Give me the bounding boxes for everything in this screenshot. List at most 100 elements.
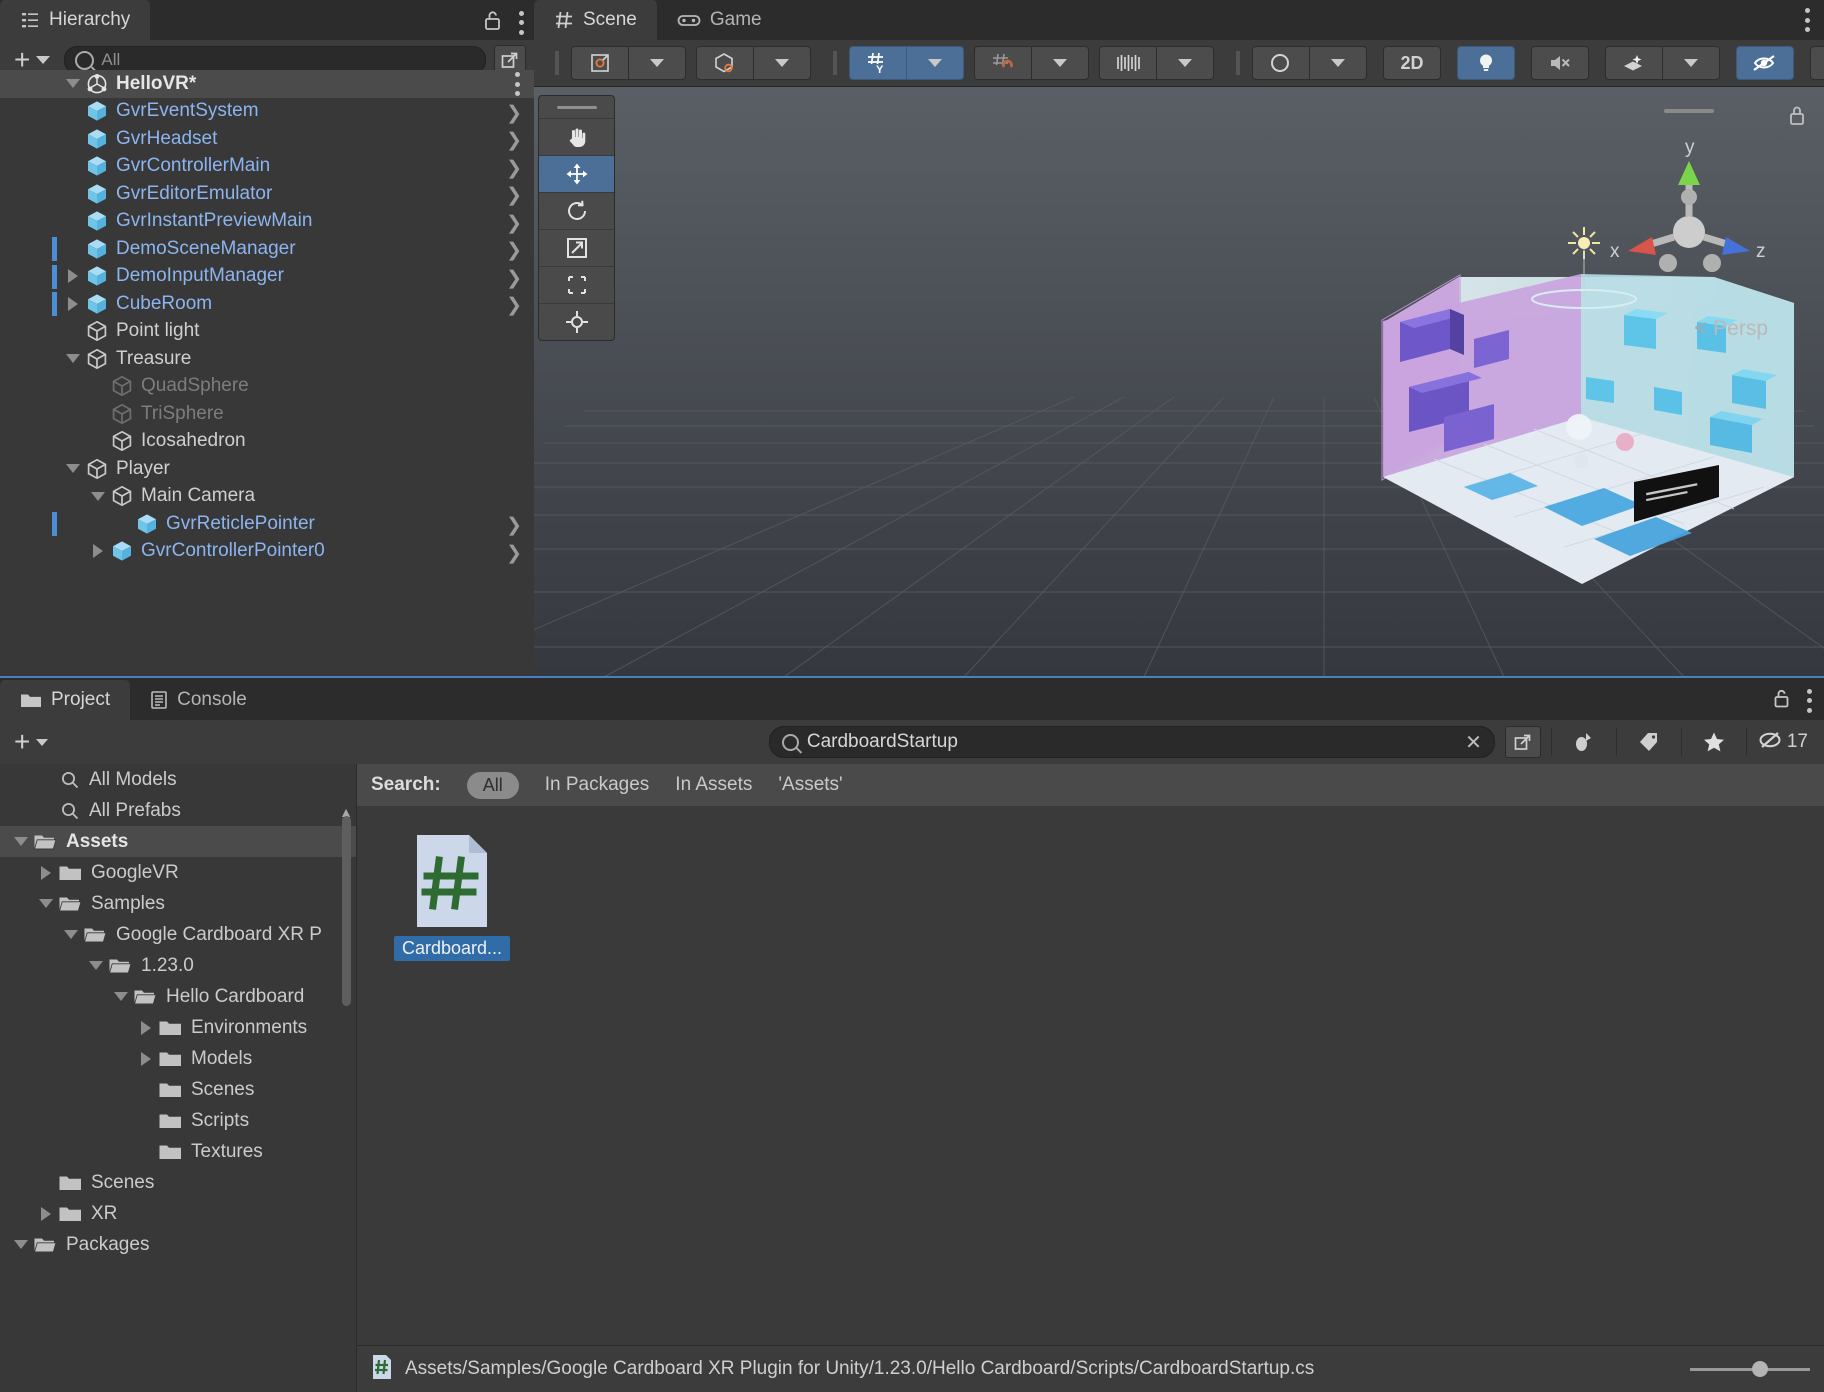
chevron-down-icon[interactable]: [66, 79, 80, 88]
scrollbar-thumb[interactable]: [342, 816, 351, 1006]
shading-mode-button[interactable]: [1252, 46, 1310, 80]
lighting-toggle-button[interactable]: [1457, 46, 1515, 80]
chevron-down-icon[interactable]: [64, 930, 78, 939]
snap-increment-button[interactable]: [974, 46, 1032, 80]
project-tree-item-scenes[interactable]: Scenes: [0, 1167, 356, 1198]
close-icon[interactable]: ✕: [1465, 730, 1482, 755]
chevron-down-icon[interactable]: [91, 492, 105, 501]
rotate-tool-button[interactable]: [539, 192, 614, 229]
gizmo-lock-icon[interactable]: [1786, 103, 1808, 132]
project-tree-item-scenes[interactable]: Scenes: [0, 1074, 356, 1105]
hierarchy-item-point-light[interactable]: Point light: [0, 318, 534, 346]
hierarchy-item-demoinputmanager[interactable]: DemoInputManager❯: [0, 263, 534, 291]
grid-visibility-button[interactable]: [1099, 46, 1157, 80]
scene-tools-panel[interactable]: [538, 95, 615, 341]
project-tree-item-1-23-0[interactable]: 1.23.0: [0, 950, 356, 981]
tab-game[interactable]: Game: [657, 0, 782, 40]
hidden-packages-button[interactable]: 17: [1757, 728, 1816, 757]
chevron-down-icon[interactable]: [39, 899, 53, 908]
scene-projection-label[interactable]: <Persp: [1694, 315, 1768, 341]
asset-grid[interactable]: Cardboard...: [357, 806, 1824, 1346]
scene-options-kebab-icon[interactable]: [514, 72, 520, 96]
hierarchy-item-gvreventsystem[interactable]: GvrEventSystem❯: [0, 98, 534, 126]
tab-hierarchy[interactable]: Hierarchy: [0, 0, 150, 40]
chevron-right-icon[interactable]: [68, 297, 78, 311]
toggle-2d-button[interactable]: 2D: [1383, 46, 1441, 80]
chevron-right-icon[interactable]: ❯: [506, 129, 522, 152]
tools-drag-handle[interactable]: [539, 96, 614, 118]
grid-snapping-button[interactable]: Y: [849, 46, 907, 80]
hierarchy-options-kebab-icon[interactable]: [518, 11, 524, 35]
unlocked-icon[interactable]: [482, 8, 504, 37]
search-scope-in-assets[interactable]: In Assets: [675, 774, 752, 796]
scene-options-kebab-icon[interactable]: [1804, 8, 1810, 32]
project-tree-item-textures[interactable]: Textures: [0, 1136, 356, 1167]
effects-dropdown[interactable]: [1663, 46, 1720, 80]
scale-tool-button[interactable]: [539, 229, 614, 266]
chevron-down-icon[interactable]: [14, 837, 28, 846]
project-search-input[interactable]: CardboardStartup ✕: [769, 726, 1495, 758]
handle-global-button[interactable]: [696, 46, 754, 80]
chevron-right-icon[interactable]: [41, 866, 51, 880]
scene-camera-button[interactable]: [1810, 46, 1824, 80]
project-tree-item-packages[interactable]: Packages: [0, 1229, 356, 1260]
tab-console[interactable]: Console: [130, 680, 267, 720]
tab-scene[interactable]: Scene: [534, 0, 657, 40]
project-folder-tree[interactable]: All ModelsAll PrefabsAssetsGoogleVRSampl…: [0, 764, 357, 1392]
hierarchy-item-demoscenemanager[interactable]: DemoSceneManager❯: [0, 235, 534, 263]
chevron-right-icon[interactable]: ❯: [506, 184, 522, 207]
grid-snapping-dropdown[interactable]: [907, 46, 964, 80]
rect-tool-button[interactable]: [539, 266, 614, 303]
project-tree-item-googlevr[interactable]: GoogleVR: [0, 857, 356, 888]
chevron-right-icon[interactable]: [41, 1207, 51, 1221]
project-tree-item-assets[interactable]: Assets: [0, 826, 356, 857]
chevron-right-icon[interactable]: ❯: [506, 294, 522, 317]
project-tree-item-all-prefabs[interactable]: All Prefabs: [0, 795, 356, 826]
hierarchy-tree[interactable]: HelloVR* GvrEventSystem❯GvrHeadset❯GvrCo…: [0, 70, 534, 676]
search-scope-in-packages[interactable]: In Packages: [545, 774, 650, 796]
snap-increment-dropdown[interactable]: [1032, 46, 1089, 80]
hierarchy-item-cuberoom[interactable]: CubeRoom❯: [0, 290, 534, 318]
chevron-right-icon[interactable]: [68, 269, 78, 283]
project-popout-button[interactable]: [1505, 726, 1541, 758]
zoom-slider[interactable]: [1690, 1359, 1810, 1379]
chevron-right-icon[interactable]: ❯: [506, 514, 522, 537]
chevron-right-icon[interactable]: ❯: [506, 212, 522, 235]
hierarchy-item-gvrreticlepointer[interactable]: GvrReticlePointer❯: [0, 510, 534, 538]
audio-mute-button[interactable]: [1531, 46, 1589, 80]
grid-visibility-dropdown[interactable]: [1157, 46, 1214, 80]
project-tree-scrollbar[interactable]: ▲: [339, 816, 353, 1066]
project-tree-item-xr[interactable]: XR: [0, 1198, 356, 1229]
chevron-right-icon[interactable]: ❯: [506, 102, 522, 125]
hierarchy-item-trisphere[interactable]: TriSphere: [0, 400, 534, 428]
hierarchy-item-main-camera[interactable]: Main Camera: [0, 483, 534, 511]
zoom-slider-knob[interactable]: [1752, 1361, 1768, 1377]
pivot-dropdown[interactable]: [629, 46, 686, 80]
chevron-right-icon[interactable]: ❯: [506, 157, 522, 180]
asset-filter-icon[interactable]: [1562, 726, 1606, 758]
hierarchy-item-icosahedron[interactable]: Icosahedron: [0, 428, 534, 456]
effects-button[interactable]: [1605, 46, 1663, 80]
tab-project[interactable]: Project: [0, 680, 130, 720]
hierarchy-item-quadsphere[interactable]: QuadSphere: [0, 373, 534, 401]
project-options-kebab-icon[interactable]: [1806, 689, 1812, 713]
scene-viewport[interactable]: y x z <Persp: [534, 87, 1824, 677]
chevron-down-icon[interactable]: [14, 1240, 28, 1249]
chevron-right-icon[interactable]: ❯: [506, 267, 522, 290]
move-tool-button[interactable]: [539, 155, 614, 192]
project-lock-icon[interactable]: [1772, 687, 1792, 714]
shading-mode-dropdown[interactable]: [1310, 46, 1367, 80]
project-tree-item-scripts[interactable]: Scripts: [0, 1105, 356, 1136]
project-tree-item-google-cardboard-xr-p[interactable]: Google Cardboard XR P: [0, 919, 356, 950]
project-tree-item-samples[interactable]: Samples: [0, 888, 356, 919]
project-tree-item-hello-cardboard[interactable]: Hello Cardboard: [0, 981, 356, 1012]
search-scope-assets-folder[interactable]: 'Assets': [778, 774, 842, 796]
hierarchy-item-gvrinstantpreviewmain[interactable]: GvrInstantPreviewMain❯: [0, 208, 534, 236]
project-tree-item-models[interactable]: Models: [0, 1043, 356, 1074]
project-tree-item-environments[interactable]: Environments: [0, 1012, 356, 1043]
scene-view-handle[interactable]: [1664, 109, 1714, 113]
chevron-down-icon[interactable]: [66, 464, 80, 473]
project-tree-item-all-models[interactable]: All Models: [0, 764, 356, 795]
chevron-down-icon[interactable]: [89, 961, 103, 970]
handle-dropdown[interactable]: [754, 46, 811, 80]
